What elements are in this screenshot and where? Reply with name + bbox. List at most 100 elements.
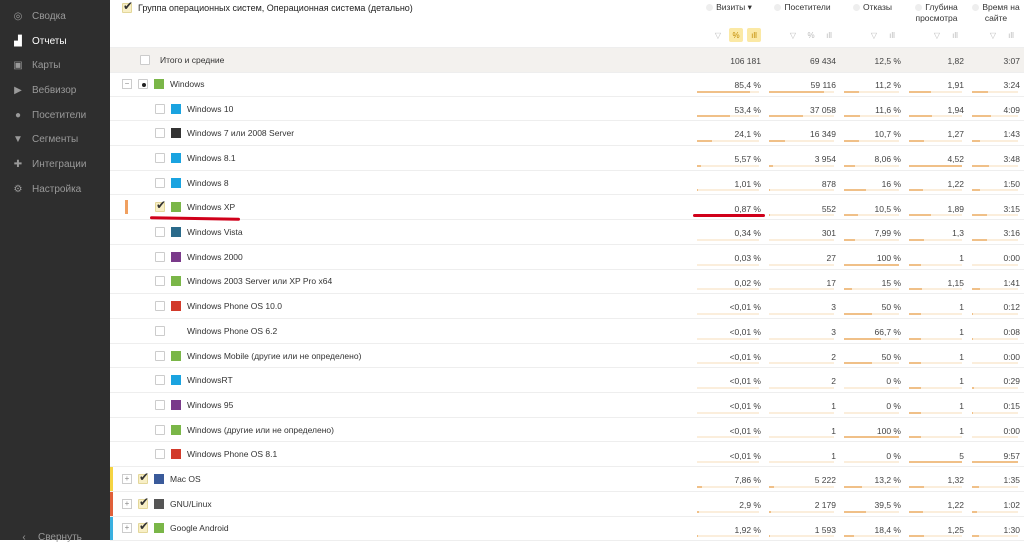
row-checkbox[interactable] xyxy=(138,519,149,534)
column-select-radio[interactable] xyxy=(972,4,980,12)
table-row[interactable]: Windows Phone OS 6.2 <0,01 % 3 66,7 % 1 0:08 xyxy=(110,319,1024,344)
metric-value: 1,89 xyxy=(947,203,964,214)
grouping-selector[interactable]: Группа операционных систем, Операционная… xyxy=(122,0,413,13)
table-row[interactable]: Windows 95 <0,01 % 1 0 % 1 0:15 xyxy=(110,393,1024,418)
expand-toggle[interactable]: + xyxy=(122,523,132,534)
row-checkbox[interactable] xyxy=(155,449,165,460)
row-checkbox[interactable] xyxy=(155,301,165,312)
row-checkbox[interactable] xyxy=(155,103,165,114)
row-checkbox[interactable] xyxy=(138,470,149,485)
sidebar-item-7[interactable]: ⚙ Настройка xyxy=(0,177,110,202)
sidebar-item-6[interactable]: ✚ Интеграции xyxy=(0,152,110,177)
table-row[interactable]: Windows 7 или 2008 Server 24,1 % 16 349 10,… xyxy=(110,121,1024,147)
sidebar-item-2[interactable]: ▣ Карты xyxy=(0,53,110,78)
filter-icon[interactable]: ▽ xyxy=(711,28,725,42)
row-checkbox[interactable] xyxy=(155,399,165,410)
grouping-checkbox[interactable] xyxy=(122,0,133,13)
metric-cell: <0,01 % xyxy=(693,368,765,392)
column-header-1[interactable]: Посетители xyxy=(765,2,840,13)
table-row[interactable]: WindowsRT <0,01 % 2 0 % 1 0:29 xyxy=(110,368,1024,394)
metric-bar xyxy=(972,436,1018,439)
metric-cell: 1,27 xyxy=(905,121,968,145)
metric-value: 1,01 % xyxy=(734,178,761,189)
sidebar-item-4[interactable]: ● Посетители xyxy=(0,103,110,128)
metric-bar xyxy=(769,510,834,513)
table-row[interactable]: Windows Vista 0,34 % 301 7,99 % 1,3 3:16 xyxy=(110,220,1024,245)
table-row[interactable]: Windows Phone OS 10.0 <0,01 % 3 50 % 1 0:12 xyxy=(110,294,1024,319)
expand-toggle[interactable]: + xyxy=(122,474,132,485)
row-checkbox[interactable] xyxy=(155,227,165,238)
row-label: Windows 95 xyxy=(187,399,234,410)
metric-bar xyxy=(909,312,962,315)
metric-bar xyxy=(909,362,962,365)
metric-value: 1 xyxy=(831,450,836,461)
metric-value: 37 058 xyxy=(810,104,836,115)
sidebar-item-0[interactable]: ◎ Сводка xyxy=(0,4,110,29)
metric-cell: 0,34 % xyxy=(693,220,765,244)
metric-bar xyxy=(909,387,962,390)
column-header-4[interactable]: Время на сайте xyxy=(968,2,1024,24)
column-header-3[interactable]: Глубина просмотра xyxy=(905,2,968,24)
row-checkbox[interactable] xyxy=(155,375,165,386)
bar-chart-icon[interactable]: ıll xyxy=(1004,28,1018,42)
row-checkbox[interactable] xyxy=(140,54,150,65)
table-row[interactable]: + Google Android 1,92 % 1 593 18,4 % 1,25 1:30 xyxy=(110,516,1024,542)
row-checkbox[interactable] xyxy=(155,128,165,139)
table-row[interactable]: Windows 2000 0,03 % 27 100 % 1 0:00 xyxy=(110,245,1024,270)
table-header: Группа операционных систем, Операционная… xyxy=(110,0,1024,48)
table-row[interactable]: Windows 8.1 5,57 % 3 954 8,06 % 4,52 3:48 xyxy=(110,146,1024,171)
metric-bar xyxy=(844,214,899,217)
sidebar-item-1[interactable]: ▟ Отчеты xyxy=(0,29,110,54)
sidebar-item-5[interactable]: ▼ Сегменты xyxy=(0,127,110,152)
row-checkbox[interactable] xyxy=(155,276,165,287)
row-checkbox[interactable] xyxy=(155,325,165,336)
metric-cell: 8,06 % xyxy=(840,146,905,170)
column-select-radio[interactable] xyxy=(706,4,714,12)
column-header-0[interactable]: Визиты ▾ xyxy=(693,2,765,13)
table-row[interactable]: Windows 8 1,01 % 878 16 % 1,22 1:50 xyxy=(110,171,1024,196)
filter-icon[interactable]: ▽ xyxy=(786,28,800,42)
row-checkbox[interactable] xyxy=(155,177,165,188)
percent-icon[interactable]: % xyxy=(804,28,818,42)
table-row[interactable]: Windows 10 53,4 % 37 058 11,6 % 1,94 4:09 xyxy=(110,97,1024,122)
table-row[interactable]: + GNU/Linux 2,9 % 2 179 39,5 % 1,22 1:02 xyxy=(110,491,1024,517)
filter-icon[interactable]: ▽ xyxy=(867,28,881,42)
bar-chart-icon[interactable]: ıll xyxy=(822,28,836,42)
row-checkbox[interactable] xyxy=(155,424,165,435)
bar-chart-icon[interactable]: ıll xyxy=(948,28,962,42)
percent-icon[interactable]: % xyxy=(729,28,743,42)
metric-cell: 1 xyxy=(765,418,840,442)
table-row[interactable]: Windows (другие или не определено) <0,01 … xyxy=(110,418,1024,443)
metric-cell: 2 xyxy=(765,344,840,368)
table-row[interactable]: Windows 2003 Server или XP Pro x64 0,02 %… xyxy=(110,270,1024,295)
metric-cell: 5 xyxy=(905,443,968,467)
table-row[interactable]: Windows XP 0,87 % 552 10,5 % 1,89 3:15 xyxy=(110,196,1024,221)
expand-toggle[interactable]: − xyxy=(122,78,132,89)
column-select-radio[interactable] xyxy=(852,4,860,12)
metric-value: 0,02 % xyxy=(734,277,761,288)
collapse-sidebar-button[interactable]: ‹ Свернуть xyxy=(6,525,82,550)
row-checkbox[interactable] xyxy=(138,78,148,89)
column-select-radio[interactable] xyxy=(774,4,782,12)
metric-cell: 3:15 xyxy=(968,196,1024,220)
table-row[interactable]: Windows Mobile (другие или не определено… xyxy=(110,344,1024,369)
bar-chart-icon[interactable]: ıll xyxy=(747,28,761,42)
sidebar-item-3[interactable]: ▶ Вебвизор xyxy=(0,78,110,103)
table-row[interactable]: + Mac OS 7,86 % 5 222 13,2 % 1,32 1:35 xyxy=(110,467,1024,492)
metric-value: 4:09 xyxy=(1003,104,1020,115)
row-checkbox[interactable] xyxy=(155,152,165,163)
row-checkbox[interactable] xyxy=(155,198,166,213)
metric-bar xyxy=(972,164,1018,167)
row-checkbox[interactable] xyxy=(155,251,165,262)
bar-chart-icon[interactable]: ıll xyxy=(885,28,899,42)
filter-icon[interactable]: ▽ xyxy=(986,28,1000,42)
table-row[interactable]: − Windows 85,4 % 59 116 11,2 % 1,91 3:24 xyxy=(110,72,1024,97)
expand-toggle[interactable]: + xyxy=(122,498,132,509)
row-checkbox[interactable] xyxy=(138,495,149,509)
column-select-radio[interactable] xyxy=(915,4,923,12)
row-checkbox[interactable] xyxy=(155,350,165,361)
table-row[interactable]: Windows Phone OS 8.1 <0,01 % 1 0 % 5 9:57 xyxy=(110,443,1024,468)
column-header-2[interactable]: Отказы xyxy=(840,2,905,13)
filter-icon[interactable]: ▽ xyxy=(930,28,944,42)
metric-bar xyxy=(909,535,962,538)
